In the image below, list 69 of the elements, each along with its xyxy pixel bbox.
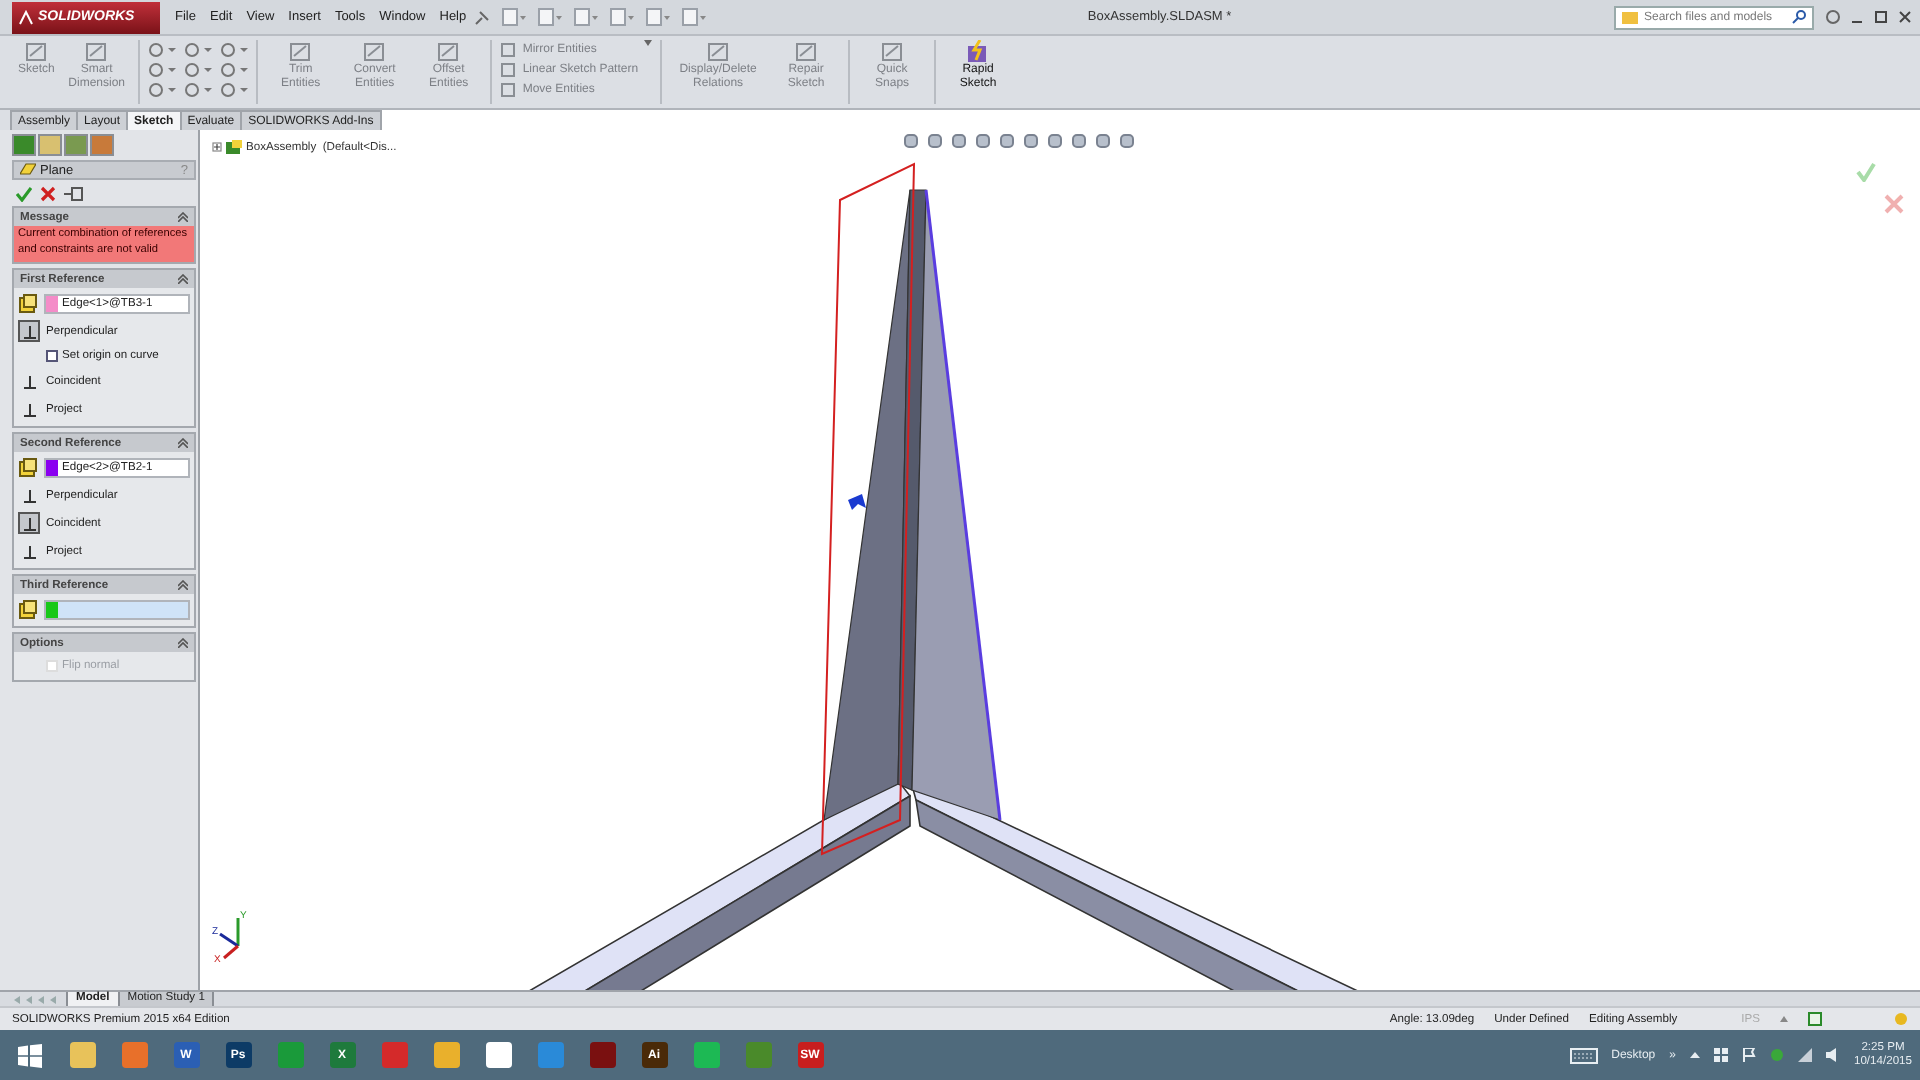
sketch-tool-icon <box>880 40 905 64</box>
sketch-tool-icon[interactable] <box>148 82 177 98</box>
caret-icon <box>1780 1016 1788 1022</box>
sketch-tool-icon <box>362 40 387 64</box>
selection-field[interactable] <box>44 600 190 620</box>
cube-icon <box>18 294 38 314</box>
constraint-toggle[interactable] <box>18 484 40 506</box>
sketch-tool-icon[interactable] <box>184 62 213 78</box>
constraint-icon <box>21 323 37 339</box>
sketch-tool-icon[interactable] <box>184 42 213 58</box>
constraint-icon <box>21 543 37 559</box>
pin-icon[interactable] <box>473 9 490 25</box>
constraint-icon <box>21 373 37 389</box>
sketch-tool-icon <box>794 40 819 64</box>
constraint-icon <box>21 515 37 531</box>
speaker-icon[interactable] <box>1825 1048 1840 1062</box>
cancel-icon[interactable] <box>1884 194 1904 214</box>
cube-icon <box>18 600 38 620</box>
toolbar-icon[interactable] <box>573 8 598 26</box>
caret-icon <box>1689 1052 1700 1058</box>
manager-tab[interactable] <box>38 134 62 156</box>
sketch-tool-icon <box>84 40 109 64</box>
windows-logo-icon <box>18 1043 42 1067</box>
constraint-icon <box>21 487 37 503</box>
close-icon[interactable] <box>1898 10 1912 24</box>
window-icon[interactable] <box>1713 1048 1728 1062</box>
lightning-sketch-icon <box>966 40 991 64</box>
cube-icon <box>18 458 38 478</box>
sketch-tool-icon[interactable] <box>220 62 249 78</box>
signal-icon[interactable] <box>1797 1048 1812 1062</box>
collapse-icon <box>178 438 188 448</box>
ok-icon[interactable] <box>16 185 32 201</box>
sketch-tool-icon <box>706 40 731 64</box>
sketch-tool-icon[interactable] <box>184 82 213 98</box>
assembly-icon <box>226 140 242 154</box>
constraint-toggle[interactable] <box>18 320 40 342</box>
plane-icon <box>20 162 36 178</box>
constraint-icon <box>21 401 37 417</box>
toolbar-icon[interactable] <box>681 8 706 26</box>
flag-icon[interactable] <box>1741 1048 1756 1062</box>
sketch-tool-icon[interactable] <box>148 62 177 78</box>
folder-icon <box>1622 10 1638 24</box>
constraint-toggle[interactable] <box>18 398 40 420</box>
sketch-tool-icon <box>436 40 461 64</box>
collapse-icon <box>178 274 188 284</box>
toolbar-icon[interactable] <box>501 8 526 26</box>
collapse-icon <box>178 212 188 222</box>
constraint-toggle[interactable] <box>18 370 40 392</box>
maximize-icon[interactable] <box>1874 10 1888 24</box>
pushpin-icon[interactable] <box>64 185 84 201</box>
expand-icon <box>212 142 222 152</box>
collapse-icon <box>178 580 188 590</box>
keyboard-icon <box>1569 1047 1598 1063</box>
toolbar-icon[interactable] <box>609 8 634 26</box>
sketch-tool-icon[interactable] <box>148 42 177 58</box>
constraint-toggle[interactable] <box>18 540 40 562</box>
toolbar-icon[interactable] <box>645 8 670 26</box>
collapse-icon <box>178 638 188 648</box>
logo-mark-icon <box>18 9 34 25</box>
normal-arrow-icon <box>848 494 866 510</box>
cancel-icon[interactable] <box>40 185 56 201</box>
sketch-tool-icon <box>24 40 49 64</box>
search-icon <box>1792 10 1806 24</box>
toolbar-icon[interactable] <box>537 8 562 26</box>
sketch-tool-icon[interactable] <box>220 42 249 58</box>
caret-icon <box>644 40 653 46</box>
constraint-toggle[interactable] <box>18 512 40 534</box>
sketch-tool-icon[interactable] <box>220 82 249 98</box>
sketch-tool-icon <box>288 40 313 64</box>
